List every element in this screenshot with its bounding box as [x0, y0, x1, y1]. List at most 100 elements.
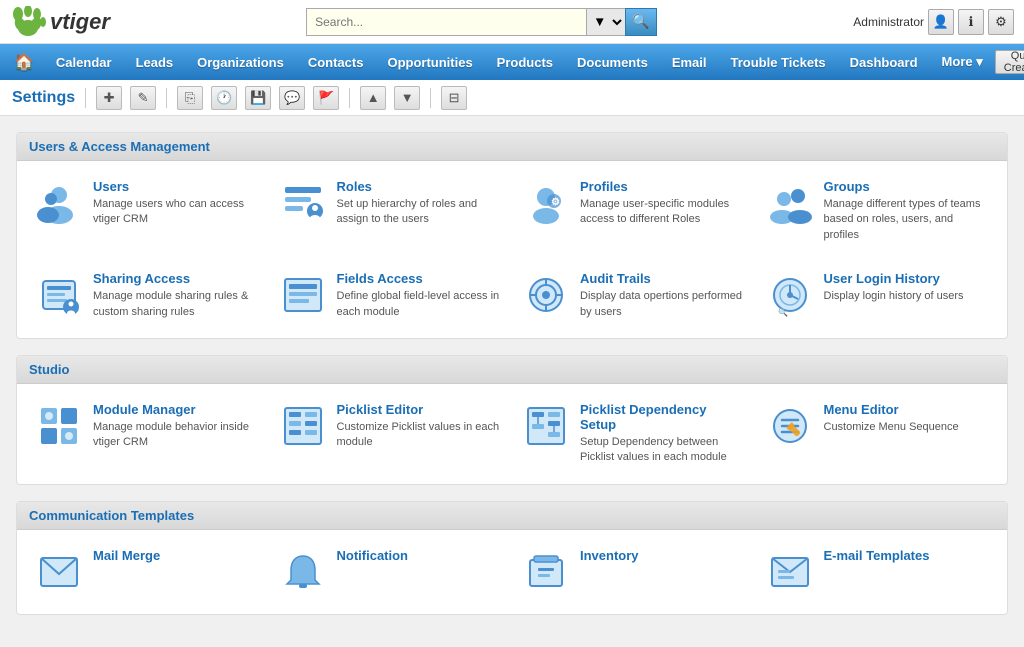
sharing-access-item[interactable]: Sharing Access Manage module sharing rul… — [29, 265, 265, 326]
groups-content: Groups Manage different types of teams b… — [824, 179, 990, 243]
save-button[interactable]: 💾 — [245, 86, 271, 110]
up-button[interactable]: ▲ — [360, 86, 386, 110]
email-templates-content: E-mail Templates — [824, 548, 990, 566]
mail-merge-title[interactable]: Mail Merge — [93, 548, 259, 563]
notification-title[interactable]: Notification — [337, 548, 503, 563]
nav-leads[interactable]: Leads — [124, 44, 186, 80]
users-title[interactable]: Users — [93, 179, 259, 194]
edit-button[interactable]: ✎ — [130, 86, 156, 110]
nav-email[interactable]: Email — [660, 44, 719, 80]
groups-item[interactable]: Groups Manage different types of teams b… — [760, 173, 996, 249]
search-dropdown[interactable]: ▼ — [586, 8, 625, 36]
menu-editor-title[interactable]: Menu Editor — [824, 402, 990, 417]
nav-home[interactable]: 🏠 — [4, 44, 44, 80]
profiles-desc: Manage user-specific modules access to d… — [580, 197, 746, 228]
top-right-area: Administrator 👤 ℹ ⚙ — [853, 9, 1014, 35]
users-item[interactable]: Users Manage users who can access vtiger… — [29, 173, 265, 249]
menu-editor-content: Menu Editor Customize Menu Sequence — [824, 402, 990, 435]
picklist-dep-icon — [522, 402, 570, 450]
mail-merge-item[interactable]: Mail Merge — [29, 542, 265, 602]
info-icon-btn[interactable]: ℹ — [958, 9, 984, 35]
svg-text:⚙: ⚙ — [551, 197, 560, 208]
groups-desc: Manage different types of teams based on… — [824, 197, 990, 243]
logo: vtiger — [10, 6, 110, 38]
menu-editor-item[interactable]: Menu Editor Customize Menu Sequence — [760, 396, 996, 472]
notification-content: Notification — [337, 548, 503, 566]
toolbar-separator-4 — [430, 88, 431, 108]
top-bar: vtiger ▼ 🔍 Administrator 👤 ℹ ⚙ — [0, 0, 1024, 44]
clock-button[interactable]: 🕐 — [211, 86, 237, 110]
audit-icon — [522, 271, 570, 319]
profiles-content: Profiles Manage user-specific modules ac… — [580, 179, 746, 228]
audit-content: Audit Trails Display data opertions perf… — [580, 271, 746, 320]
quick-create-button[interactable]: Quick Create... ▾ — [995, 50, 1024, 74]
search-input[interactable] — [306, 8, 586, 36]
roles-icon — [279, 179, 327, 227]
email-templates-item[interactable]: E-mail Templates — [760, 542, 996, 602]
fields-title[interactable]: Fields Access — [337, 271, 503, 286]
picklist-dep-title[interactable]: Picklist Dependency Setup — [580, 402, 746, 432]
notification-icon — [279, 548, 327, 596]
module-manager-desc: Manage module behavior inside vtiger CRM — [93, 420, 259, 451]
module-manager-content: Module Manager Manage module behavior in… — [93, 402, 259, 451]
toolbar-separator-1 — [85, 88, 86, 108]
sharing-desc: Manage module sharing rules & custom sha… — [93, 289, 259, 320]
users-desc: Manage users who can access vtiger CRM — [93, 197, 259, 228]
nav-contacts[interactable]: Contacts — [296, 44, 376, 80]
inventory-title[interactable]: Inventory — [580, 548, 746, 563]
user-icon-btn[interactable]: 👤 — [928, 9, 954, 35]
nav-products[interactable]: Products — [485, 44, 565, 80]
search-button[interactable]: 🔍 — [625, 8, 657, 36]
fields-icon — [279, 271, 327, 319]
table-button[interactable]: ⊟ — [441, 86, 467, 110]
sharing-icon — [35, 271, 83, 319]
groups-title[interactable]: Groups — [824, 179, 990, 194]
nav-organizations[interactable]: Organizations — [185, 44, 296, 80]
nav-calendar[interactable]: Calendar — [44, 44, 124, 80]
audit-trails-item[interactable]: Audit Trails Display data opertions perf… — [516, 265, 752, 326]
roles-title[interactable]: Roles — [337, 179, 503, 194]
sharing-title[interactable]: Sharing Access — [93, 271, 259, 286]
picklist-editor-item[interactable]: Picklist Editor Customize Picklist value… — [273, 396, 509, 472]
login-history-title[interactable]: User Login History — [824, 271, 990, 286]
login-history-desc: Display login history of users — [824, 289, 990, 304]
picklist-title[interactable]: Picklist Editor — [337, 402, 503, 417]
nav-dashboard[interactable]: Dashboard — [838, 44, 930, 80]
audit-desc: Display data opertions performed by user… — [580, 289, 746, 320]
communication-header: Communication Templates — [17, 502, 1007, 530]
audit-title[interactable]: Audit Trails — [580, 271, 746, 286]
profiles-item[interactable]: ⚙ Profiles Manage user-specific modules … — [516, 173, 752, 249]
users-content: Users Manage users who can access vtiger… — [93, 179, 259, 228]
svg-text:🔍: 🔍 — [778, 307, 788, 317]
nav-opportunities[interactable]: Opportunities — [375, 44, 484, 80]
user-login-history-item[interactable]: 🔍 User Login History Display login histo… — [760, 265, 996, 326]
down-button[interactable]: ▼ — [394, 86, 420, 110]
nav-trouble-tickets[interactable]: Trouble Tickets — [719, 44, 838, 80]
communication-section: Communication Templates Mail Merge — [16, 501, 1008, 615]
inventory-item[interactable]: Inventory — [516, 542, 752, 602]
nav-bar: 🏠 Calendar Leads Organizations Contacts … — [0, 44, 1024, 80]
toolbar-separator-3 — [349, 88, 350, 108]
communication-items: Mail Merge Notification — [17, 530, 1007, 614]
flag-button[interactable]: 🚩 — [313, 86, 339, 110]
copy-button[interactable]: ⎘ — [177, 86, 203, 110]
nav-more[interactable]: More ▾ — [930, 44, 995, 80]
module-manager-item[interactable]: Module Manager Manage module behavior in… — [29, 396, 265, 472]
notification-item[interactable]: Notification — [273, 542, 509, 602]
page-title: Settings — [12, 89, 75, 107]
profiles-title[interactable]: Profiles — [580, 179, 746, 194]
email-templates-title[interactable]: E-mail Templates — [824, 548, 990, 563]
fields-access-item[interactable]: Fields Access Define global field-level … — [273, 265, 509, 326]
module-manager-title[interactable]: Module Manager — [93, 402, 259, 417]
nav-documents[interactable]: Documents — [565, 44, 660, 80]
studio-header: Studio — [17, 356, 1007, 384]
add-button[interactable]: ✚ — [96, 86, 122, 110]
settings-icon-btn[interactable]: ⚙ — [988, 9, 1014, 35]
inventory-content: Inventory — [580, 548, 746, 566]
login-history-icon: 🔍 — [766, 271, 814, 319]
roles-item[interactable]: Roles Set up hierarchy of roles and assi… — [273, 173, 509, 249]
picklist-content: Picklist Editor Customize Picklist value… — [337, 402, 503, 451]
logo-text: vtiger — [50, 9, 110, 35]
comment-button[interactable]: 💬 — [279, 86, 305, 110]
picklist-dep-item[interactable]: Picklist Dependency Setup Setup Dependen… — [516, 396, 752, 472]
